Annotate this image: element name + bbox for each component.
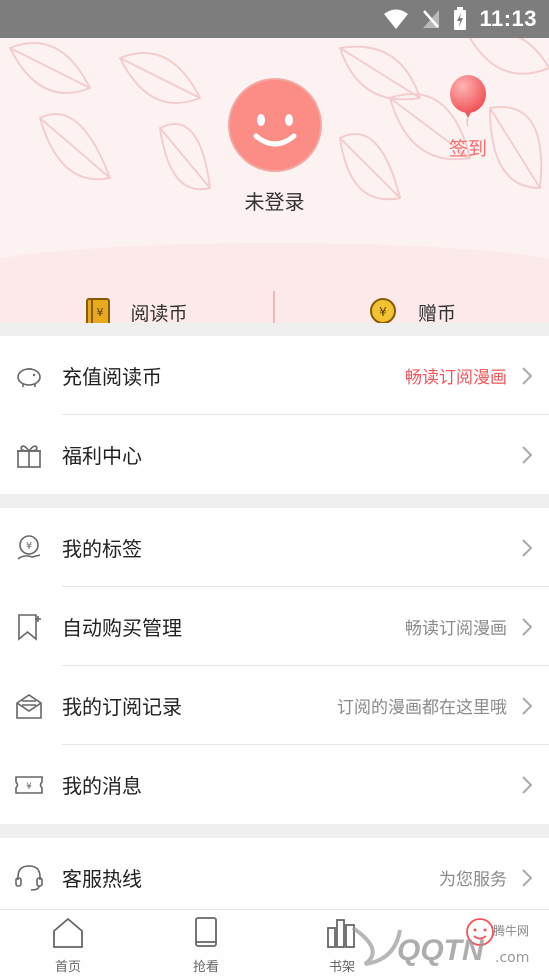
menu-item-title: 我的订阅记录 xyxy=(62,695,182,719)
menu-item-subscriptions[interactable]: 我的订阅记录 订阅的漫画都在这里哦 xyxy=(0,666,549,745)
tab-home-label: 首页 xyxy=(54,960,81,975)
menu-item-auto-buy[interactable]: 自动购买管理 畅读订阅漫画 xyxy=(0,587,549,666)
gift-coin-label: 赠币 xyxy=(417,302,456,324)
svg-text:¥: ¥ xyxy=(379,305,387,319)
menu-item-hint: 订阅的漫画都在这里哦 xyxy=(337,698,507,718)
bookmark-icon xyxy=(18,613,41,641)
menu-item-messages[interactable]: ¥ 我的消息 xyxy=(0,745,549,824)
menu-item-title: 充值阅读币 xyxy=(62,365,162,389)
no-signal-icon xyxy=(423,10,440,28)
svg-text:¥: ¥ xyxy=(97,306,104,319)
menu-item-hint: 为您服务 xyxy=(439,870,507,890)
menu-item-hotline[interactable]: 客服热线 为您服务 xyxy=(0,838,549,917)
status-bar: 11:13 xyxy=(0,0,549,38)
coin-hand-icon: ¥ xyxy=(17,534,41,560)
read-coin-label: 阅读币 xyxy=(130,302,188,324)
gift-icon xyxy=(17,444,41,468)
watermark-swoosh-icon xyxy=(351,926,402,966)
read-coin-button[interactable]: ¥ 阅读币 xyxy=(0,263,274,323)
chevron-right-icon xyxy=(522,366,533,385)
profile-header: 未登录 签到 ¥ 阅读币 ¥ 赠币 xyxy=(0,38,549,323)
ticket-icon: ¥ xyxy=(15,775,43,794)
checkin-label: 签到 xyxy=(448,138,487,160)
avatar[interactable] xyxy=(228,78,322,172)
menu-item-title: 我的标签 xyxy=(62,537,142,561)
chevron-right-icon xyxy=(522,538,533,557)
svg-text:¥: ¥ xyxy=(26,541,32,552)
login-status-label[interactable]: 未登录 xyxy=(0,186,549,215)
tab-read-label: 抢看 xyxy=(192,960,219,975)
gift-coin-button[interactable]: ¥ 赠币 xyxy=(275,263,549,323)
chevron-right-icon xyxy=(522,775,533,794)
coin-book-icon: ¥ xyxy=(86,298,111,323)
menu-group-account: 充值阅读币 畅读订阅漫画 福利中心 xyxy=(0,336,549,494)
bottom-tab-bar: 首页 抢看 书架 QQTN .com 腾牛网 xyxy=(0,909,549,977)
piggy-bank-icon xyxy=(17,367,41,387)
tab-home[interactable]: 首页 xyxy=(28,916,108,975)
book-icon xyxy=(195,917,217,947)
home-icon xyxy=(53,917,83,948)
clock: 11:13 xyxy=(479,6,537,31)
watermark-domain: .com xyxy=(495,950,530,966)
wifi-icon xyxy=(384,9,409,29)
watermark-site: QQTN xyxy=(397,934,484,967)
menu-group-support: 客服热线 为您服务 xyxy=(0,838,549,918)
menu-item-title: 自动购买管理 xyxy=(62,616,182,640)
mail-icon xyxy=(16,693,42,719)
chevron-right-icon xyxy=(522,617,533,636)
checkin-button[interactable]: 签到 xyxy=(440,74,496,161)
menu-group-settings: ¥ 我的标签 自动购买管理 畅读订阅漫画 我的订阅记录 订阅的漫画都在这里哦 ¥… xyxy=(0,508,549,824)
wallet-bar: ¥ 阅读币 ¥ 赠币 xyxy=(0,263,549,323)
svg-text:¥: ¥ xyxy=(26,782,32,792)
menu-item-recharge[interactable]: 充值阅读币 畅读订阅漫画 xyxy=(0,336,549,415)
gold-coin-icon: ¥ xyxy=(369,298,396,323)
menu-item-title: 客服热线 xyxy=(62,867,142,891)
menu-item-welfare[interactable]: 福利中心 xyxy=(0,415,549,494)
smiley-face-icon xyxy=(253,114,297,147)
menu-item-tags[interactable]: ¥ 我的标签 xyxy=(0,508,549,587)
tab-read[interactable]: 抢看 xyxy=(166,916,246,975)
menu-item-hint: 畅读订阅漫画 xyxy=(405,368,507,388)
balloon-icon xyxy=(450,75,486,127)
watermark-cn: 腾牛网 xyxy=(493,924,530,938)
watermark-logo: QQTN .com 腾牛网 xyxy=(345,914,549,976)
menu-item-title: 我的消息 xyxy=(62,774,142,798)
battery-charging-icon xyxy=(454,7,467,30)
menu-item-hint: 畅读订阅漫画 xyxy=(405,619,507,639)
headset-icon xyxy=(15,864,43,891)
chevron-right-icon xyxy=(522,696,533,715)
chevron-right-icon xyxy=(522,868,533,887)
chevron-right-icon xyxy=(522,445,533,464)
menu-item-title: 福利中心 xyxy=(62,444,142,468)
